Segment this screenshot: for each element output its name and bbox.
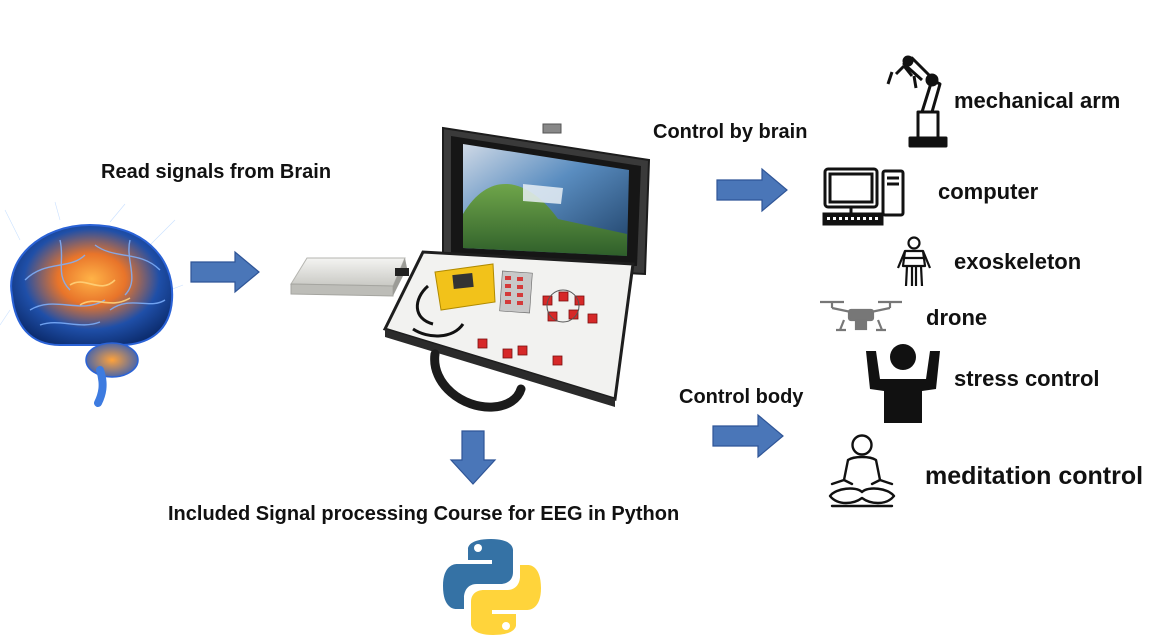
output-label-meditation-control: meditation control	[925, 462, 1144, 490]
exoskeleton-icon	[895, 236, 933, 288]
output-label-stress-control: stress control	[954, 366, 1100, 391]
output-label-mechanical-arm: mechanical arm	[954, 88, 1121, 113]
robot-arm-icon	[882, 50, 952, 148]
arrow-right-icon	[190, 250, 260, 294]
brain-illustration	[0, 200, 185, 407]
arrow-down-icon	[449, 430, 497, 485]
output-label-computer: computer	[938, 179, 1039, 204]
course-label: Included Signal processing Course for EE…	[168, 503, 680, 525]
meditation-icon	[826, 434, 898, 510]
read-signals-label: Read signals from Brain	[101, 161, 332, 183]
output-label-exoskeleton: exoskeleton	[954, 249, 1082, 274]
python-logo	[442, 538, 542, 636]
eeg-kit-suitcase-with-screen	[382, 123, 655, 414]
control-body-label: Control body	[679, 386, 804, 408]
person-arms-raised-icon	[862, 343, 944, 425]
arrow-right-icon	[716, 167, 788, 213]
arrow-right-icon	[712, 413, 784, 459]
desktop-computer-icon	[821, 166, 907, 228]
control-by-brain-label: Control by brain	[653, 121, 808, 143]
drone-icon	[818, 296, 904, 336]
output-label-drone: drone	[926, 305, 988, 330]
